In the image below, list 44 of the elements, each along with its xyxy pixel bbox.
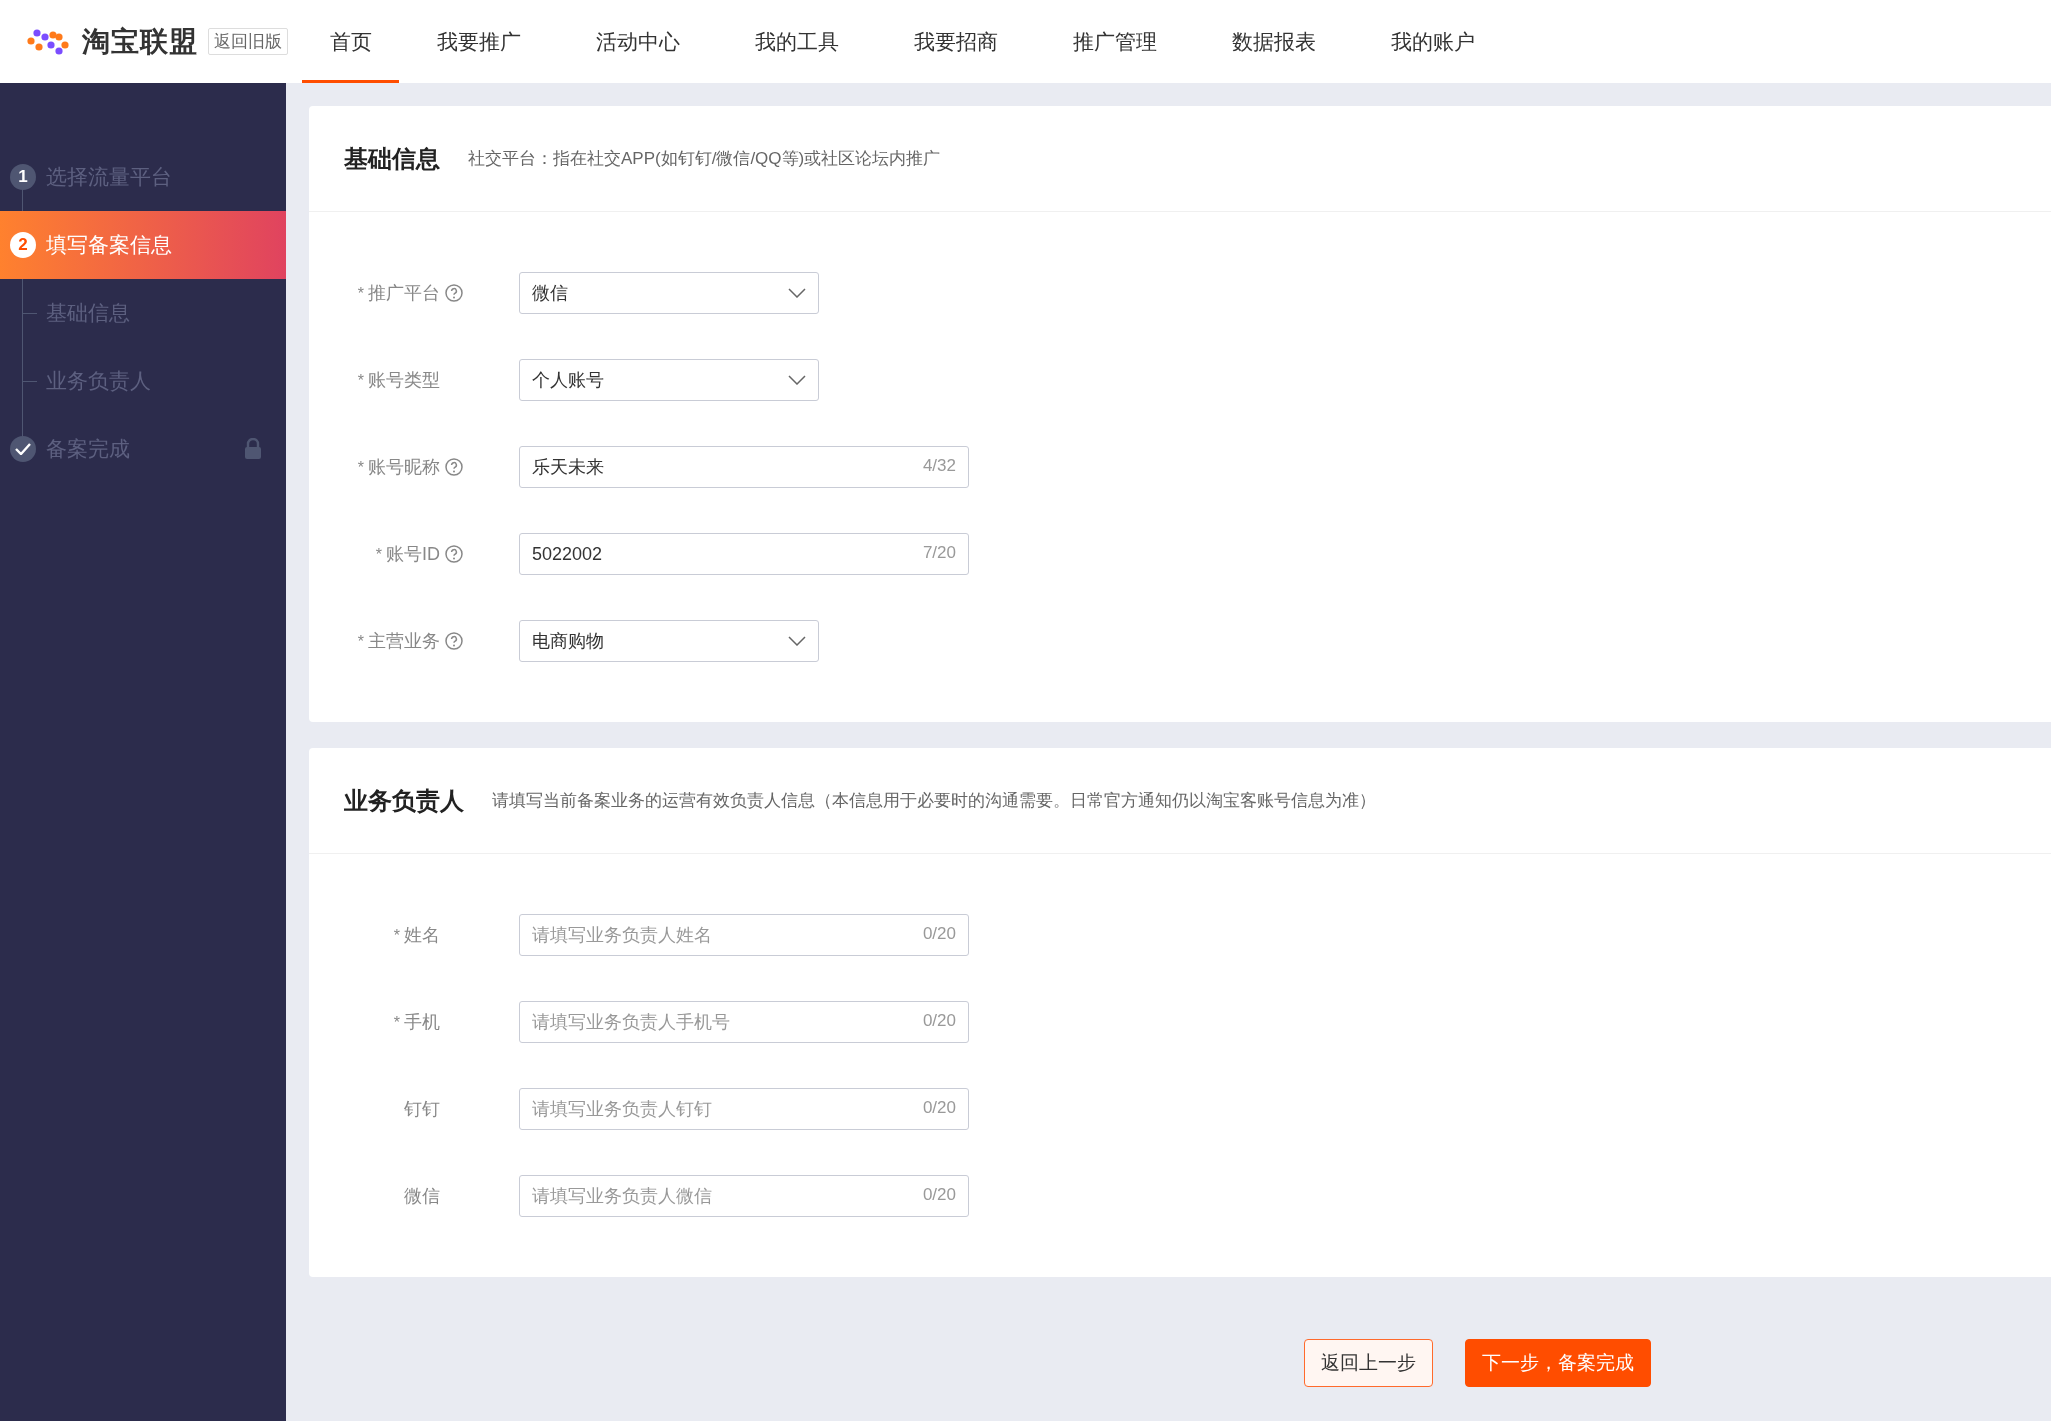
logo-icon bbox=[24, 26, 72, 57]
field-label: 钉钉 bbox=[404, 1098, 440, 1121]
nav-tab[interactable]: 我的工具 bbox=[717, 0, 876, 83]
chevron-down-icon bbox=[788, 636, 806, 646]
section-note: 请填写当前备案业务的运营有效负责人信息（本信息用于必要时的沟通需要。日常官方通知仍以淘宝客账号信息为准） bbox=[492, 790, 1376, 812]
field-label: * 手机 bbox=[393, 1011, 440, 1034]
nav-tab[interactable]: 我的账户 bbox=[1353, 0, 1512, 83]
field-label: * 账号类型 bbox=[357, 369, 440, 392]
nav-tab[interactable]: 推广管理 bbox=[1035, 0, 1194, 83]
nav-tab[interactable]: 我要招商 bbox=[876, 0, 1035, 83]
char-counter: 7/20 bbox=[922, 543, 956, 563]
char-counter: 0/20 bbox=[922, 1098, 956, 1118]
chevron-down-icon bbox=[788, 288, 806, 298]
char-counter: 0/20 bbox=[922, 1011, 956, 1031]
step-label: 填写备案信息 bbox=[46, 232, 173, 258]
field-label: * 主营业务 bbox=[357, 630, 440, 653]
char-counter: 0/20 bbox=[922, 924, 956, 944]
logo-text: 淘宝联盟 bbox=[82, 24, 198, 59]
old-version-link[interactable]: 返回旧版 bbox=[208, 28, 288, 55]
section-title: 基础信息 bbox=[344, 143, 440, 174]
dropdown-select[interactable]: 微信 bbox=[519, 272, 819, 314]
char-counter: 4/32 bbox=[922, 456, 956, 476]
section-note: 社交平台：指在社交APP(如钉钉/微信/QQ等)或社区论坛内推广 bbox=[468, 148, 941, 170]
dropdown-select[interactable]: 电商购物 bbox=[519, 620, 819, 662]
field-label: * 账号昵称 bbox=[357, 456, 440, 479]
field-label: * 姓名 bbox=[393, 924, 440, 947]
chevron-down-icon bbox=[788, 375, 806, 385]
step-number: 1 bbox=[10, 164, 36, 190]
section-title: 业务负责人 bbox=[344, 785, 464, 816]
back-button[interactable]: 返回上一步 bbox=[1304, 1339, 1433, 1387]
char-counter: 0/20 bbox=[922, 1185, 956, 1205]
nav-tab[interactable]: 数据报表 bbox=[1194, 0, 1353, 83]
nav-tab[interactable]: 首页 bbox=[302, 0, 399, 83]
help-icon[interactable] bbox=[444, 283, 464, 303]
field-label: * 账号ID bbox=[375, 543, 440, 566]
field-label: * 推广平台 bbox=[357, 282, 440, 305]
help-icon[interactable] bbox=[444, 631, 464, 651]
help-icon[interactable] bbox=[444, 544, 464, 564]
nav-tab[interactable]: 我要推广 bbox=[399, 0, 558, 83]
step-number: 2 bbox=[10, 232, 36, 258]
field-label: 微信 bbox=[404, 1185, 440, 1208]
nav-tab[interactable]: 活动中心 bbox=[558, 0, 717, 83]
help-icon[interactable] bbox=[444, 457, 464, 477]
dropdown-select[interactable]: 个人账号 bbox=[519, 359, 819, 401]
